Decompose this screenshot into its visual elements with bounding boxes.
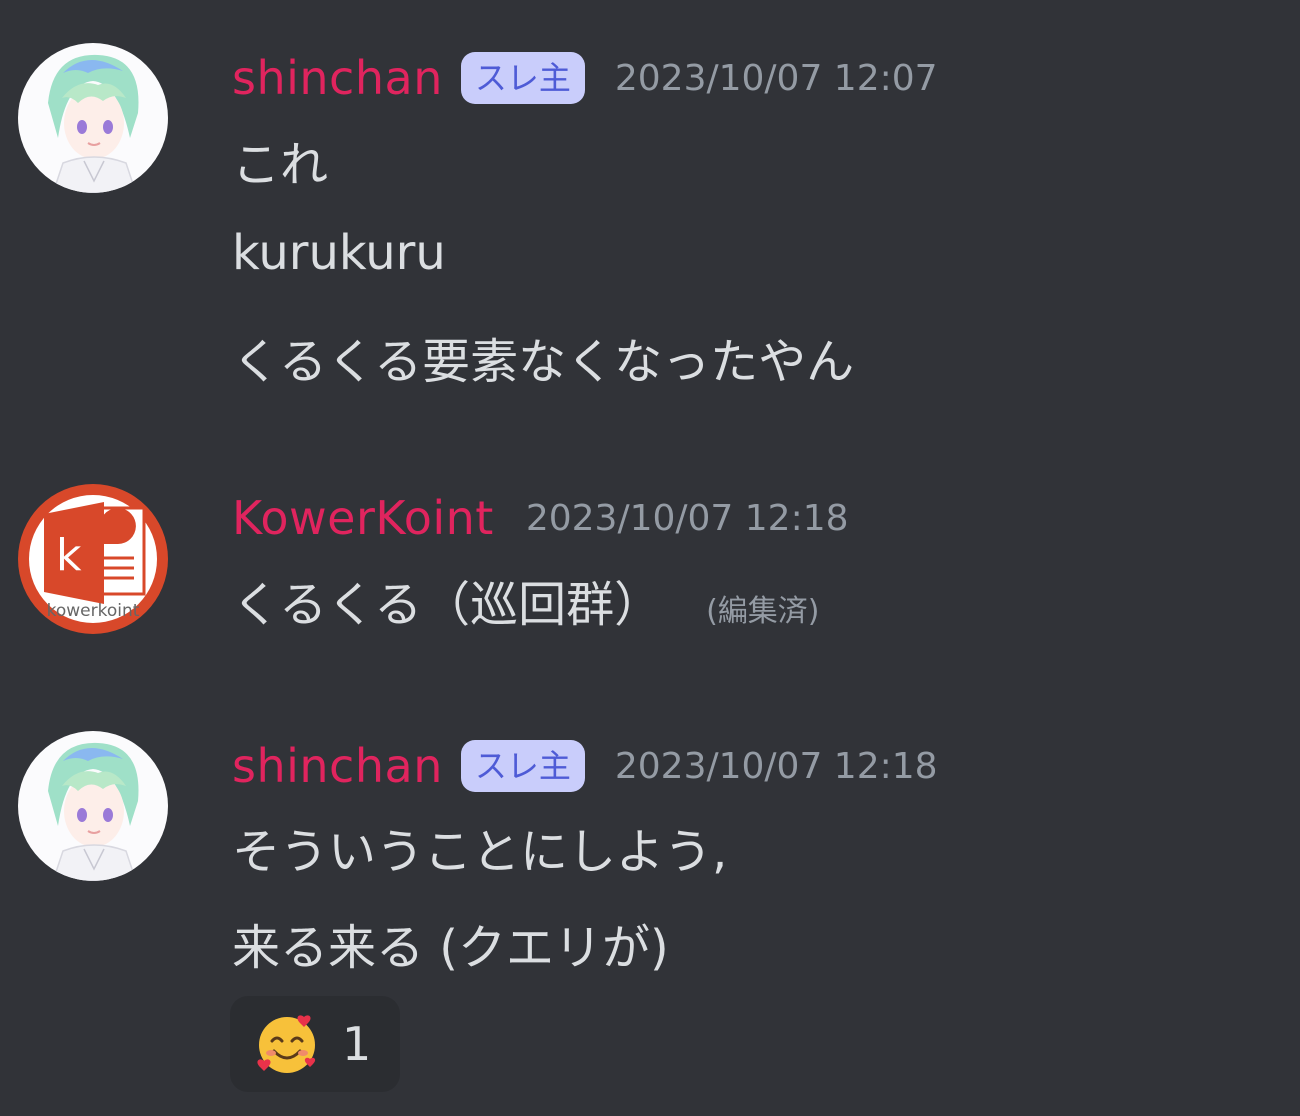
reaction-count: 1 [342, 1017, 372, 1071]
thread-owner-tag: スレ主 [460, 740, 585, 792]
smiling-face-with-hearts-icon [257, 1015, 316, 1073]
anime-girl-avatar-icon [18, 43, 168, 193]
message-line: これ [232, 137, 329, 193]
timestamp: 2023/10/07 12:18 [525, 497, 849, 539]
avatar[interactable] [18, 43, 168, 193]
message-line: くるくる要素なくなったやん [232, 334, 855, 390]
message-line: kurukuru [232, 225, 446, 281]
message-line: そういうことにしよう, [232, 824, 728, 880]
reaction-button[interactable]: 1 [230, 996, 400, 1092]
kowerkoint-logo-avatar-icon: k kowerkoint [18, 484, 168, 634]
message-line: くるくる（巡回群） (編集済) [232, 565, 820, 635]
message-text: くるくる（巡回群） [232, 577, 663, 633]
username[interactable]: KowerKoint [232, 491, 494, 545]
logo-letter: k [56, 530, 82, 581]
avatar[interactable]: k kowerkoint [18, 484, 168, 634]
message-line: 来る来る (クエリが) [232, 920, 669, 976]
timestamp: 2023/10/07 12:18 [614, 745, 938, 787]
anime-girl-avatar-icon [18, 731, 168, 881]
username[interactable]: shinchan [232, 739, 443, 793]
thread-owner-tag: スレ主 [460, 52, 585, 104]
edited-label: (編集済) [706, 594, 820, 629]
logo-text: kowerkoint [47, 601, 140, 621]
username[interactable]: shinchan [232, 51, 443, 105]
timestamp: 2023/10/07 12:07 [614, 57, 938, 99]
avatar[interactable] [18, 731, 168, 881]
